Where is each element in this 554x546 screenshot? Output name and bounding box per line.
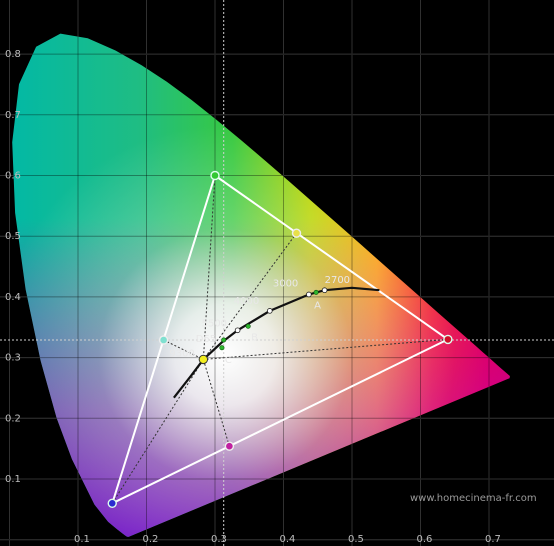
temperature-label: 4000 — [234, 296, 259, 307]
y-tick-label: 0.1 — [5, 474, 21, 485]
x-tick-label: 0.5 — [348, 534, 364, 545]
temperature-point — [266, 308, 273, 314]
secondary-marker — [224, 441, 235, 451]
y-tick-label: 0.3 — [5, 353, 21, 364]
secondary-marker — [291, 228, 302, 238]
y-tick-label: 0.6 — [5, 171, 21, 182]
y-tick-label: 0.4 — [5, 292, 21, 303]
illuminant-label: B — [251, 332, 258, 343]
x-tick-label: 0.3 — [211, 534, 227, 545]
y-tick-label: 0.2 — [5, 413, 21, 424]
illuminant-label: A — [314, 300, 321, 311]
y-tick-label: 0.5 — [5, 231, 21, 242]
x-tick-label: 0.4 — [280, 534, 296, 545]
temperature-label: 3000 — [273, 278, 298, 289]
x-tick-label: 0.7 — [485, 534, 501, 545]
illuminant-point — [313, 289, 319, 295]
primary-marker — [210, 170, 220, 181]
illuminant-label: D65 — [196, 334, 216, 345]
y-tick-label: 0.8 — [5, 49, 21, 60]
primary-marker — [107, 498, 117, 508]
temperature-label: 5500 — [202, 318, 227, 329]
illuminant-point — [219, 345, 225, 351]
primary-marker — [443, 334, 453, 345]
watermark-text: www.homecinema-fr.com — [410, 493, 537, 504]
illuminant-label: C — [225, 355, 232, 366]
x-tick-label: 0.2 — [143, 534, 159, 545]
cie-chromaticity-chart: 9300 5500 4000 3000 2700 D65 A B C 0.1 0.2 0.3 0.4 0… — [0, 0, 554, 546]
x-tick-label: 0.1 — [74, 534, 90, 545]
temperature-point — [306, 291, 312, 298]
measured-white-marker — [198, 354, 209, 365]
secondary-marker — [158, 335, 169, 345]
temperature-label: 9300 — [169, 348, 194, 359]
illuminant-point — [221, 337, 227, 343]
temperature-label: 2700 — [325, 275, 350, 286]
x-tick-label: 0.6 — [417, 534, 433, 545]
illuminant-point — [245, 323, 251, 329]
temperature-point — [234, 327, 241, 334]
temperature-point — [321, 287, 328, 294]
y-tick-label: 0.7 — [5, 110, 21, 121]
